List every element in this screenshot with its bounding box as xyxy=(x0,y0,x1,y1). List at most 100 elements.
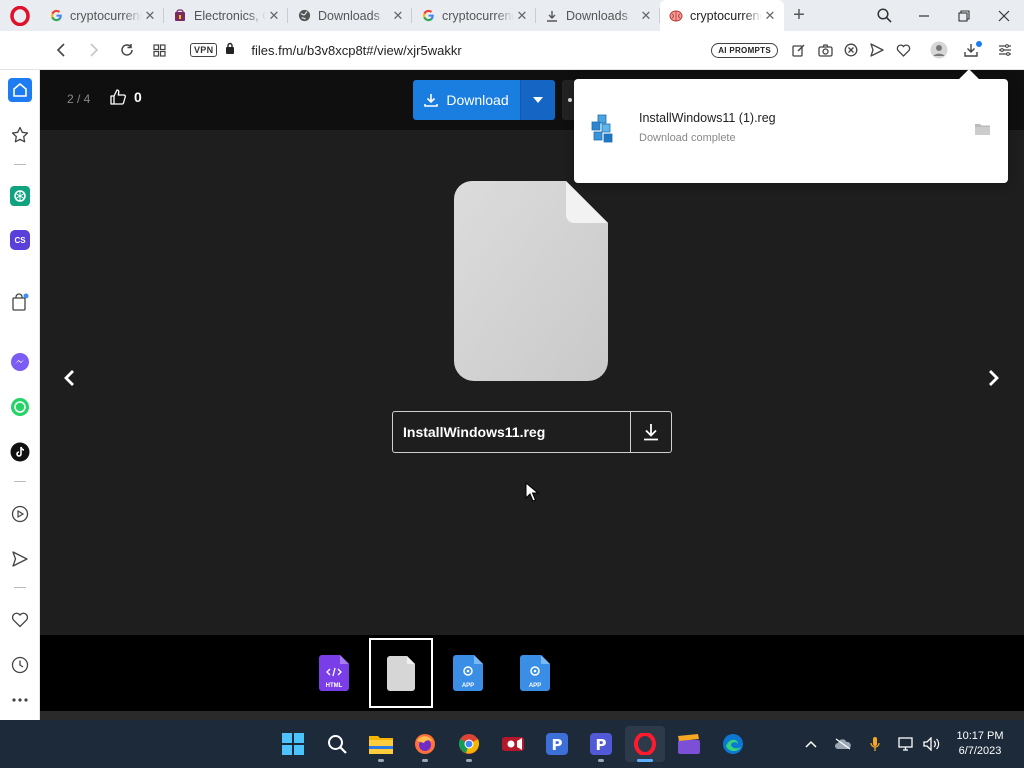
tab-strip: cryptocurrenc ✕ Electronics, C ✕ Downloa… xyxy=(0,0,1024,31)
running-indicator xyxy=(598,759,604,762)
file-explorer-icon[interactable] xyxy=(361,726,401,762)
tiktok-icon[interactable] xyxy=(0,437,40,467)
whatsapp-icon[interactable] xyxy=(0,392,40,422)
download-status: Download complete xyxy=(639,132,736,144)
address-field[interactable]: files.fm/u/b3v8xcp8t#/view/xjr5wakkr xyxy=(251,43,461,58)
thumb-label: APP xyxy=(528,683,542,689)
vpn-badge[interactable]: VPN xyxy=(190,43,218,57)
close-window-icon[interactable] xyxy=(984,0,1024,31)
tab-title: cryptocurrenc xyxy=(442,8,514,23)
cs-label: CS xyxy=(14,235,26,245)
tab-downloads-2[interactable]: Downloads ✕ xyxy=(536,0,660,31)
close-tab-icon[interactable]: ✕ xyxy=(638,8,654,24)
like-count: 0 xyxy=(134,89,142,105)
show-hidden-icons-chevron-icon[interactable] xyxy=(799,734,823,754)
thumbnail-app-file-1[interactable]: APP xyxy=(436,638,500,708)
new-tab-button[interactable]: + xyxy=(784,0,814,31)
brain-icon xyxy=(668,8,684,24)
minimize-icon[interactable] xyxy=(904,0,944,31)
tab-cryptocurrency-2[interactable]: cryptocurrenc ✕ xyxy=(412,0,536,31)
bookmarks-star-icon[interactable] xyxy=(0,120,40,150)
tab-search-icon[interactable] xyxy=(864,0,904,31)
tab-electronics[interactable]: Electronics, C ✕ xyxy=(164,0,288,31)
close-tab-icon[interactable]: ✕ xyxy=(390,8,406,24)
tab-downloads-1[interactable]: Downloads ✕ xyxy=(288,0,412,31)
clock-time: 10:17 PM xyxy=(956,730,1004,742)
close-tab-icon[interactable]: ✕ xyxy=(142,8,158,24)
more-options-icon[interactable] xyxy=(0,685,40,715)
svg-text:P: P xyxy=(596,736,607,754)
close-tab-icon[interactable]: ✕ xyxy=(514,8,530,24)
thumbnail-app-file-2[interactable]: APP xyxy=(503,638,567,708)
next-file-arrow-icon[interactable] xyxy=(979,363,1009,393)
lock-icon[interactable] xyxy=(225,41,235,59)
volume-icon[interactable] xyxy=(919,734,943,754)
registry-file-icon xyxy=(591,114,613,143)
horizontal-scrollbar[interactable] xyxy=(40,711,1024,720)
google-icon xyxy=(420,8,436,24)
tab-cryptocurrency-active[interactable]: cryptocurrenc ✕ xyxy=(660,0,784,31)
messenger-icon[interactable] xyxy=(0,347,40,377)
speed-dial-home-icon[interactable] xyxy=(0,75,40,105)
windows-start-icon[interactable] xyxy=(273,726,313,762)
generic-file-icon xyxy=(387,655,415,691)
edit-icon[interactable] xyxy=(786,35,812,65)
adblock-icon[interactable] xyxy=(838,35,864,65)
system-clock[interactable]: 10:17 PM 6/7/2023 xyxy=(946,729,1014,759)
profile-avatar-icon[interactable] xyxy=(926,35,952,65)
send-icon[interactable] xyxy=(864,35,890,65)
previous-file-arrow-icon[interactable] xyxy=(54,363,84,393)
tab-cryptocurrency-1[interactable]: cryptocurrenc ✕ xyxy=(40,0,164,31)
opera-icon[interactable] xyxy=(625,726,665,762)
download-file-name[interactable]: InstallWindows11 (1).reg xyxy=(639,111,776,125)
thumbnail-html-file[interactable]: HTML xyxy=(302,638,366,708)
snapshot-icon[interactable] xyxy=(812,35,838,65)
edge-icon[interactable] xyxy=(713,726,753,762)
close-tab-icon[interactable]: ✕ xyxy=(762,8,778,24)
onedrive-offline-icon[interactable] xyxy=(831,734,855,754)
download-button-group: Download xyxy=(413,80,555,120)
tab-title: Electronics, C xyxy=(194,8,266,23)
search-icon[interactable] xyxy=(317,726,357,762)
easy-setup-icon[interactable] xyxy=(992,35,1018,65)
navigation-bar: VPN files.fm/u/b3v8xcp8t#/view/xjr5wakkr… xyxy=(0,31,1024,70)
network-icon[interactable] xyxy=(894,734,918,754)
clock-date: 6/7/2023 xyxy=(958,745,1002,757)
like-button[interactable]: 0 xyxy=(110,89,142,105)
close-tab-icon[interactable]: ✕ xyxy=(266,8,282,24)
globe-icon xyxy=(296,8,312,24)
tab-grid-icon[interactable] xyxy=(143,35,176,65)
pinboards-heart-icon[interactable] xyxy=(0,605,40,635)
p-app-2-icon[interactable]: P xyxy=(581,726,621,762)
history-clock-icon[interactable] xyxy=(0,650,40,680)
generic-file-icon xyxy=(454,181,608,381)
heart-icon[interactable] xyxy=(890,35,916,65)
send-flow-icon[interactable] xyxy=(0,544,40,574)
reload-icon[interactable] xyxy=(110,35,143,65)
chatgpt-icon[interactable] xyxy=(0,181,40,211)
downloads-popup: InstallWindows11 (1).reg Download comple… xyxy=(574,79,1008,183)
player-icon[interactable] xyxy=(0,499,40,529)
thumbnail-strip: HTML APP APP xyxy=(40,635,1024,711)
download-button[interactable]: Download xyxy=(413,80,520,120)
forward-icon[interactable] xyxy=(77,35,110,65)
clapperboard-icon[interactable] xyxy=(669,726,709,762)
chrome-icon[interactable] xyxy=(449,726,489,762)
cs-icon[interactable]: CS xyxy=(0,225,40,255)
shopping-bag-icon[interactable] xyxy=(0,287,40,317)
show-in-folder-icon[interactable] xyxy=(975,123,990,135)
firefox-icon[interactable] xyxy=(405,726,445,762)
downloads-icon[interactable] xyxy=(958,35,984,65)
file-download-button[interactable] xyxy=(630,412,671,452)
ai-prompts-button[interactable]: AI PROMPTS xyxy=(711,42,778,58)
svg-text:P: P xyxy=(552,736,563,754)
restore-icon[interactable] xyxy=(944,0,984,31)
thumbnail-reg-file-selected[interactable] xyxy=(369,638,433,708)
opera-menu-icon[interactable] xyxy=(0,0,40,31)
back-icon[interactable] xyxy=(44,35,77,65)
video-editor-icon[interactable] xyxy=(493,726,533,762)
download-options-caret[interactable] xyxy=(520,80,555,120)
p-app-icon[interactable]: P xyxy=(537,726,577,762)
caret-down-icon xyxy=(533,97,543,103)
microphone-icon[interactable] xyxy=(863,734,887,754)
